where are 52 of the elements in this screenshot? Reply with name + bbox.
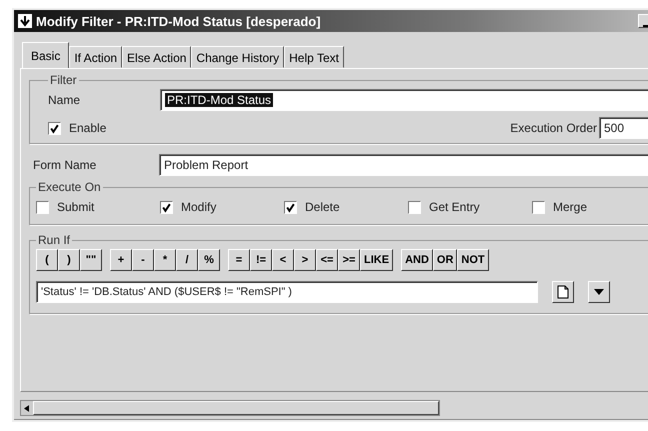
option-checkbox[interactable]: Modify: [160, 200, 284, 214]
option-checkbox[interactable]: Merge: [532, 200, 648, 214]
group-label: Run If: [37, 233, 72, 247]
operator-button[interactable]: !=: [250, 249, 272, 271]
operator-button[interactable]: LIKE: [360, 249, 394, 271]
name-label: Name: [48, 93, 82, 107]
group-label: Filter: [49, 73, 78, 87]
left-arrow-icon[interactable]: [24, 404, 29, 412]
selected-text: PR:ITD-Mod Status: [165, 93, 274, 107]
operator-button[interactable]: <=: [316, 249, 338, 271]
tab[interactable]: Change History: [191, 46, 284, 68]
operator-button[interactable]: AND: [401, 249, 433, 271]
dropdown-button[interactable]: [588, 281, 610, 303]
operator-button[interactable]: <: [272, 249, 294, 271]
operator-button[interactable]: >=: [338, 249, 360, 271]
operator-button[interactable]: %: [198, 249, 220, 271]
form-name-label: Form Name: [33, 158, 98, 172]
option-checkbox[interactable]: Submit: [36, 200, 160, 214]
tab[interactable]: Help Text: [284, 46, 344, 68]
operator-button[interactable]: >: [294, 249, 316, 271]
execution-order-label: Execution Order: [510, 121, 597, 135]
page-icon: [556, 285, 570, 299]
operator-button[interactable]: -: [132, 249, 154, 271]
tab[interactable]: Else Action: [122, 46, 192, 68]
checkmark-icon: [49, 122, 60, 134]
operator-button[interactable]: "": [80, 249, 102, 271]
option-checkbox[interactable]: Delete: [284, 200, 408, 214]
execution-order-field[interactable]: 500: [599, 117, 648, 139]
operator-button[interactable]: OR: [432, 249, 458, 271]
expression-field[interactable]: 'Status' != 'DB.Status' AND ($USER$ != "RemSPI" ): [36, 281, 538, 303]
checkmark-icon: [285, 202, 296, 212]
group-label: Execute On: [37, 180, 102, 194]
system-menu-icon[interactable]: [18, 14, 32, 28]
tab[interactable]: If Action: [69, 46, 122, 68]
form-name-field[interactable]: Problem Report: [159, 154, 648, 176]
option-checkbox[interactable]: Get Entry: [408, 200, 532, 214]
horizontal-scrollbar[interactable]: [20, 400, 440, 416]
tab[interactable]: Basic: [22, 42, 70, 68]
operator-button[interactable]: =: [228, 249, 250, 271]
checkmark-icon: [161, 202, 172, 212]
page-button[interactable]: [552, 281, 574, 303]
window-title: Modify Filter - PR:ITD-Mod Status [desperado]: [36, 14, 321, 28]
operator-button[interactable]: /: [176, 249, 198, 271]
operator-button[interactable]: ): [58, 249, 80, 271]
enable-checkbox[interactable]: Enable: [48, 121, 106, 135]
operator-button[interactable]: *: [154, 249, 176, 271]
scroll-thumb[interactable]: [33, 401, 439, 415]
caret-icon: [594, 289, 604, 295]
operator-button[interactable]: +: [110, 249, 132, 271]
operator-button[interactable]: (: [36, 249, 58, 271]
name-field[interactable]: PR:ITD-Mod Status: [160, 89, 648, 111]
operator-button[interactable]: NOT: [457, 249, 489, 271]
